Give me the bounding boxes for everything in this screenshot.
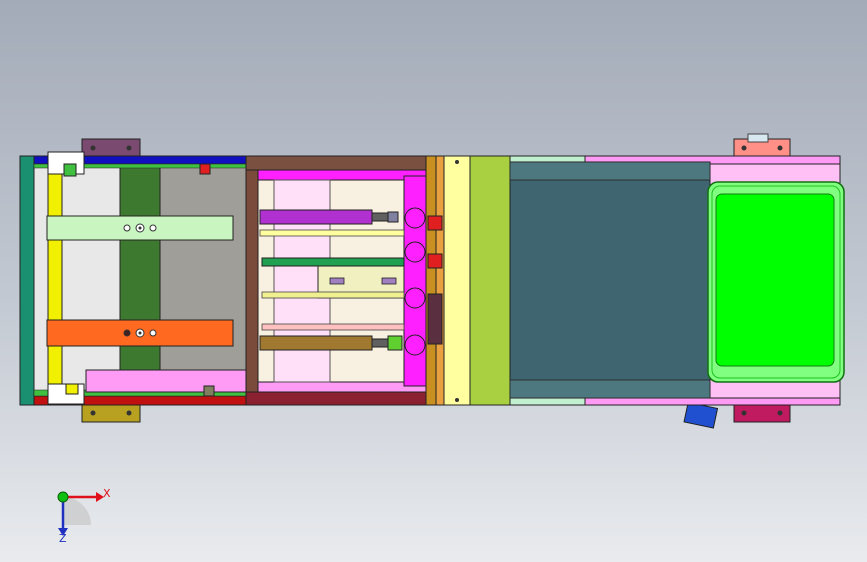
coordinate-triad: X Z (57, 487, 111, 545)
center-plate-stack (425, 155, 511, 406)
tray (707, 181, 845, 383)
lower-clamp-bar (46, 319, 234, 347)
upper-clamp-bar (46, 215, 234, 241)
left-frame (19, 151, 247, 406)
left-bottom-bracket (81, 404, 141, 423)
right-bottom-bracket (683, 401, 791, 429)
x-axis-label: X (103, 487, 111, 500)
right-top-bracket (733, 133, 791, 158)
z-axis-label: Z (59, 532, 67, 545)
hopper (509, 161, 711, 399)
cad-viewport[interactable]: X Z (0, 0, 867, 562)
